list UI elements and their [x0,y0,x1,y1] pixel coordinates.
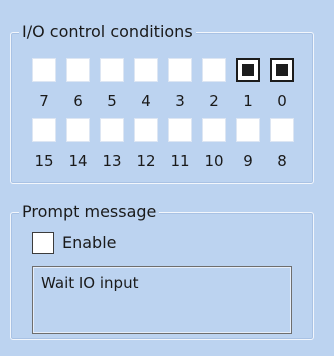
io-checkbox-4[interactable] [134,58,158,82]
io-checkbox-13[interactable] [100,118,124,142]
io-checkbox-11[interactable] [168,118,192,142]
io-label-15: 15 [34,152,54,170]
io-checkbox-14[interactable] [66,118,90,142]
io-checkbox-2[interactable] [202,58,226,82]
io-control-group-title: I/O control conditions [19,22,196,42]
io-checkbox-3[interactable] [168,58,192,82]
io-label-5: 5 [107,92,117,110]
io-label-0: 0 [277,92,287,110]
io-checkbox-8[interactable] [270,118,294,142]
io-label-12: 12 [136,152,156,170]
io-label-7: 7 [39,92,49,110]
io-checkbox-15[interactable] [32,118,56,142]
io-label-10: 10 [204,152,224,170]
io-checkbox-0[interactable] [270,58,294,82]
io-label-11: 11 [170,152,190,170]
io-checkbox-6[interactable] [66,58,90,82]
prompt-message-group-title: Prompt message [19,202,160,222]
io-settings-panel: I/O control conditions 7 6 5 4 3 2 1 0 1… [0,0,334,356]
enable-checkbox-label[interactable]: Enable [62,233,117,253]
io-label-14: 14 [68,152,88,170]
io-checkbox-12[interactable] [134,118,158,142]
io-label-3: 3 [175,92,185,110]
io-checkbox-10[interactable] [202,118,226,142]
io-label-8: 8 [277,152,287,170]
io-label-1: 1 [243,92,253,110]
io-checkbox-9[interactable] [236,118,260,142]
io-checkbox-5[interactable] [100,58,124,82]
enable-checkbox[interactable] [32,232,54,254]
io-label-4: 4 [141,92,151,110]
io-label-2: 2 [209,92,219,110]
io-label-9: 9 [243,152,253,170]
io-label-6: 6 [73,92,83,110]
io-checkbox-1[interactable] [236,58,260,82]
prompt-message-text: Wait IO input [41,274,139,292]
io-label-13: 13 [102,152,122,170]
io-checkbox-7[interactable] [32,58,56,82]
prompt-message-textbox[interactable]: Wait IO input [32,266,292,334]
